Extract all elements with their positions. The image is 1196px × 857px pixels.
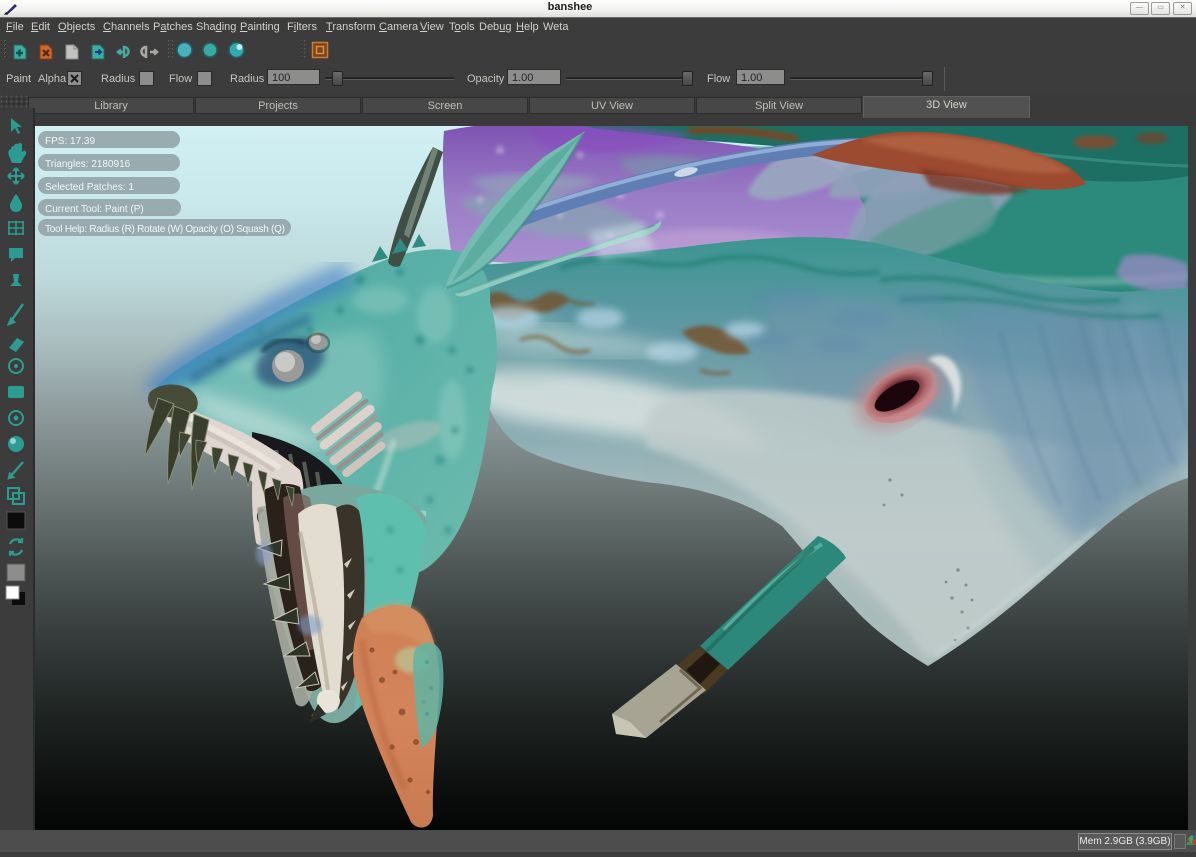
- svg-text:Triangles: 2180916: Triangles: 2180916: [45, 159, 131, 170]
- svg-text:FPS: 17.39: FPS: 17.39: [45, 136, 95, 147]
- svg-text:Tool Help: Radius (R) Rota: Tool Help: Radius (R) Rotate (W) Opacity…: [45, 224, 285, 235]
- svg-text:Selected Patches: 1: Selected Patches: 1: [45, 182, 134, 193]
- svg-text:Current Tool: Paint (P): Current Tool: Paint (P): [45, 204, 144, 215]
